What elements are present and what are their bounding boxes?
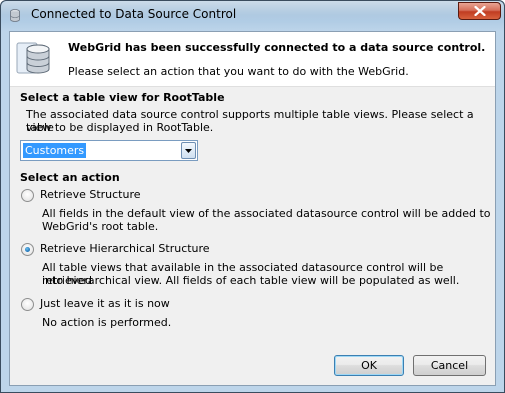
close-icon (473, 6, 486, 16)
ok-button[interactable]: OK (334, 355, 404, 376)
table-view-dropdown[interactable]: Customers (20, 140, 198, 161)
cancel-button[interactable]: Cancel (413, 355, 486, 376)
header-band: WebGrid has been successfully connected … (10, 32, 495, 86)
option-description: No action is performed. (42, 316, 172, 329)
ok-button-label: OK (361, 359, 377, 372)
dialog-window: Connected to Data Source Control WebGrid… (0, 0, 505, 393)
chevron-down-icon (185, 148, 192, 153)
dropdown-button[interactable] (181, 142, 196, 159)
dialog-body: Select a table view for RootTable The as… (10, 86, 495, 385)
cancel-button-label: Cancel (430, 359, 469, 372)
title-bar[interactable]: Connected to Data Source Control (1, 1, 504, 31)
table-view-selected: Customers (21, 142, 88, 159)
option-description: WebGrid's root table. (42, 220, 159, 233)
radio-label-retrieve-structure[interactable]: Retrieve Structure (40, 188, 141, 201)
table-view-label: Select a table view for RootTable (20, 91, 225, 104)
radio-label-retrieve-hierarchical[interactable]: Retrieve Hierarchical Structure (40, 242, 210, 255)
database-icon (10, 9, 20, 22)
radio-leave-as-is[interactable] (21, 298, 34, 311)
radio-retrieve-structure[interactable] (21, 189, 34, 202)
database-icon (16, 42, 50, 74)
radio-label-leave-as-is[interactable]: Just leave it as it is now (40, 297, 170, 310)
header-title: WebGrid has been successfully connected … (68, 41, 486, 54)
table-view-description-line2: view to be displayed in RootTable. (26, 121, 214, 134)
option-description: All fields in the default view of the as… (42, 207, 491, 220)
radio-retrieve-hierarchical[interactable] (21, 243, 34, 256)
header-subtitle: Please select an action that you want to… (68, 65, 409, 78)
option-description: into hierarchical view. All fields of ea… (42, 274, 460, 287)
window-title: Connected to Data Source Control (31, 7, 237, 21)
action-label: Select an action (20, 171, 120, 184)
dialog-client: WebGrid has been successfully connected … (9, 31, 496, 386)
close-button[interactable] (458, 2, 501, 20)
